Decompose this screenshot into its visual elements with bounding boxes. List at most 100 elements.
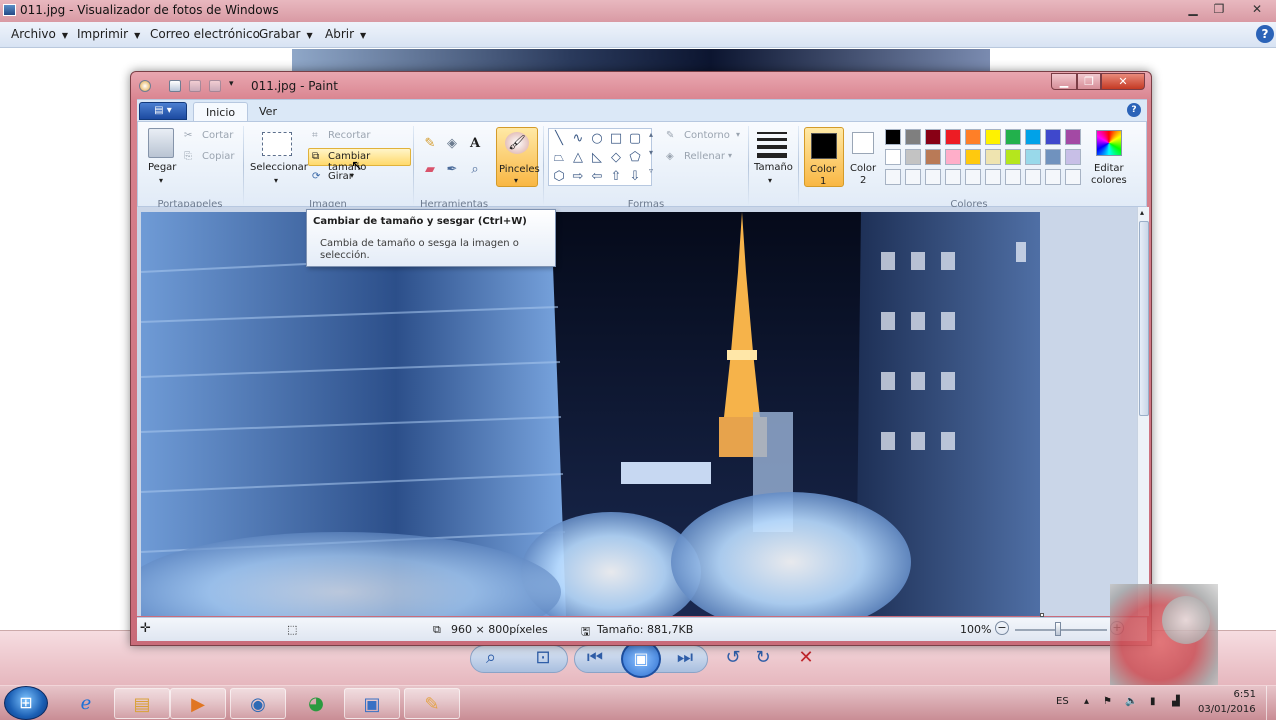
palette-swatch[interactable]: [1065, 169, 1081, 185]
oval-shape-icon[interactable]: ○: [588, 130, 606, 147]
fill-icon[interactable]: ◈: [442, 134, 462, 154]
palette-swatch[interactable]: [885, 129, 901, 145]
diamond-shape-icon[interactable]: ◇: [607, 149, 625, 166]
rotate-right-icon[interactable]: ↻: [746, 643, 780, 673]
edit-colors-label-1[interactable]: Editar: [1094, 163, 1124, 174]
magnifier-icon[interactable]: ⌕: [465, 160, 485, 180]
close-icon[interactable]: ✕: [1246, 1, 1268, 17]
tab-ver[interactable]: Ver: [247, 102, 289, 122]
canvas-image[interactable]: [141, 212, 1040, 616]
palette-swatch[interactable]: [965, 169, 981, 185]
file-menu-button[interactable]: ▤ ▾: [139, 102, 187, 120]
zoom-out-icon[interactable]: −: [995, 621, 1009, 635]
zoom-icon[interactable]: ⌕: [474, 643, 508, 673]
scroll-up-icon[interactable]: ▴: [1140, 208, 1144, 217]
redo-icon[interactable]: [209, 80, 221, 92]
network-taskbar-icon[interactable]: ◉: [230, 688, 286, 719]
chevron-down-icon[interactable]: ▾: [274, 176, 278, 185]
shapes-more-icon[interactable]: ▿: [649, 166, 653, 175]
fill-shape-icon[interactable]: ◈: [666, 151, 674, 162]
palette-swatch[interactable]: [965, 129, 981, 145]
maximize-icon[interactable]: ❐: [1077, 73, 1101, 90]
select-icon[interactable]: [262, 132, 292, 156]
menu-correo[interactable]: Correo electrónico: [150, 27, 260, 41]
size-icon[interactable]: [757, 132, 787, 158]
chrome-taskbar-icon[interactable]: ◕: [288, 688, 344, 719]
chevron-down-icon[interactable]: ▾: [728, 151, 732, 160]
size-button[interactable]: Tamaño: [754, 162, 793, 173]
previous-icon[interactable]: ⏮: [578, 643, 612, 673]
color-picker-icon[interactable]: ✒: [442, 160, 462, 180]
minimize-icon[interactable]: ▁: [1182, 1, 1204, 17]
right-triangle-shape-icon[interactable]: ◺: [588, 149, 606, 166]
paste-icon[interactable]: [148, 128, 174, 158]
palette-swatch[interactable]: [925, 169, 941, 185]
palette-swatch[interactable]: [985, 129, 1001, 145]
network-icon[interactable]: ▟: [1172, 696, 1180, 707]
palette-swatch[interactable]: [1005, 129, 1021, 145]
palette-swatch[interactable]: [1045, 129, 1061, 145]
copy-button[interactable]: Copiar: [202, 151, 234, 162]
palette-swatch[interactable]: [945, 129, 961, 145]
palette-swatch[interactable]: [885, 169, 901, 185]
polygon-shape-icon[interactable]: ⏢: [550, 149, 568, 166]
clock-time[interactable]: 6:51: [1214, 689, 1256, 700]
canvas-area[interactable]: [137, 207, 1137, 617]
edit-colors-icon[interactable]: [1096, 130, 1122, 156]
zoom-slider-thumb[interactable]: [1055, 622, 1061, 636]
palette-swatch[interactable]: [1045, 169, 1061, 185]
arrow-down-shape-icon[interactable]: ⇩: [626, 168, 644, 185]
outline-button[interactable]: Contorno: [684, 130, 730, 141]
palette-swatch[interactable]: [925, 129, 941, 145]
minimize-icon[interactable]: ▁: [1051, 73, 1077, 90]
curve-shape-icon[interactable]: ∿: [569, 130, 587, 147]
color2-label[interactable]: Color: [850, 163, 876, 174]
palette-swatch[interactable]: [1025, 169, 1041, 185]
scrollbar-thumb[interactable]: [1139, 221, 1149, 416]
palette-swatch[interactable]: [1065, 149, 1081, 165]
pencil-icon[interactable]: ✎: [420, 134, 440, 154]
menu-imprimir[interactable]: Imprimir ▼: [77, 27, 140, 41]
save-icon[interactable]: [169, 80, 181, 92]
help-icon[interactable]: ?: [1127, 103, 1141, 117]
color1-button[interactable]: Color 1: [804, 127, 844, 187]
zoom-slider[interactable]: [1015, 629, 1107, 631]
photo-viewer-taskbar-icon[interactable]: ▣: [344, 688, 400, 719]
text-icon[interactable]: A: [465, 134, 485, 154]
maximize-icon[interactable]: ❐: [1208, 1, 1230, 17]
action-center-icon[interactable]: ⚑: [1103, 696, 1112, 707]
next-icon[interactable]: ⏭: [668, 643, 702, 673]
palette-swatch[interactable]: [985, 169, 1001, 185]
outline-icon[interactable]: ✎: [666, 130, 674, 141]
hexagon-shape-icon[interactable]: ⬡: [550, 168, 568, 185]
fill-shape-button[interactable]: Rellenar: [684, 151, 725, 162]
media-player-taskbar-icon[interactable]: ▶: [170, 688, 226, 719]
shapes-scroll-up-icon[interactable]: ▴: [649, 130, 653, 139]
select-button[interactable]: Seleccionar: [250, 162, 308, 173]
palette-swatch[interactable]: [925, 149, 941, 165]
explorer-taskbar-icon[interactable]: ▤: [114, 688, 170, 719]
language-indicator[interactable]: ES: [1056, 696, 1069, 707]
palette-swatch[interactable]: [1005, 149, 1021, 165]
menu-grabar[interactable]: Grabar ▼: [259, 27, 313, 41]
ie-taskbar-icon[interactable]: ℯ: [58, 688, 114, 719]
crop-button[interactable]: Recortar: [328, 130, 371, 141]
delete-icon[interactable]: ✕: [789, 643, 823, 673]
rotate-icon[interactable]: ⟳: [312, 171, 320, 182]
palette-swatch[interactable]: [1005, 169, 1021, 185]
shapes-scroll-down-icon[interactable]: ▾: [649, 148, 653, 157]
arrow-up-shape-icon[interactable]: ⇧: [607, 168, 625, 185]
rectangle-shape-icon[interactable]: □: [607, 130, 625, 147]
palette-swatch[interactable]: [1025, 149, 1041, 165]
palette-swatch[interactable]: [945, 169, 961, 185]
qat-customize-icon[interactable]: ▾: [229, 79, 234, 89]
palette-swatch[interactable]: [985, 149, 1001, 165]
palette-swatch[interactable]: [1025, 129, 1041, 145]
close-icon[interactable]: ✕: [1101, 73, 1145, 90]
palette-swatch[interactable]: [1045, 149, 1061, 165]
cut-button[interactable]: Cortar: [202, 130, 233, 141]
palette-swatch[interactable]: [965, 149, 981, 165]
palette-swatch[interactable]: [905, 169, 921, 185]
help-icon[interactable]: ?: [1256, 25, 1274, 43]
clock-date[interactable]: 03/01/2016: [1198, 704, 1256, 715]
